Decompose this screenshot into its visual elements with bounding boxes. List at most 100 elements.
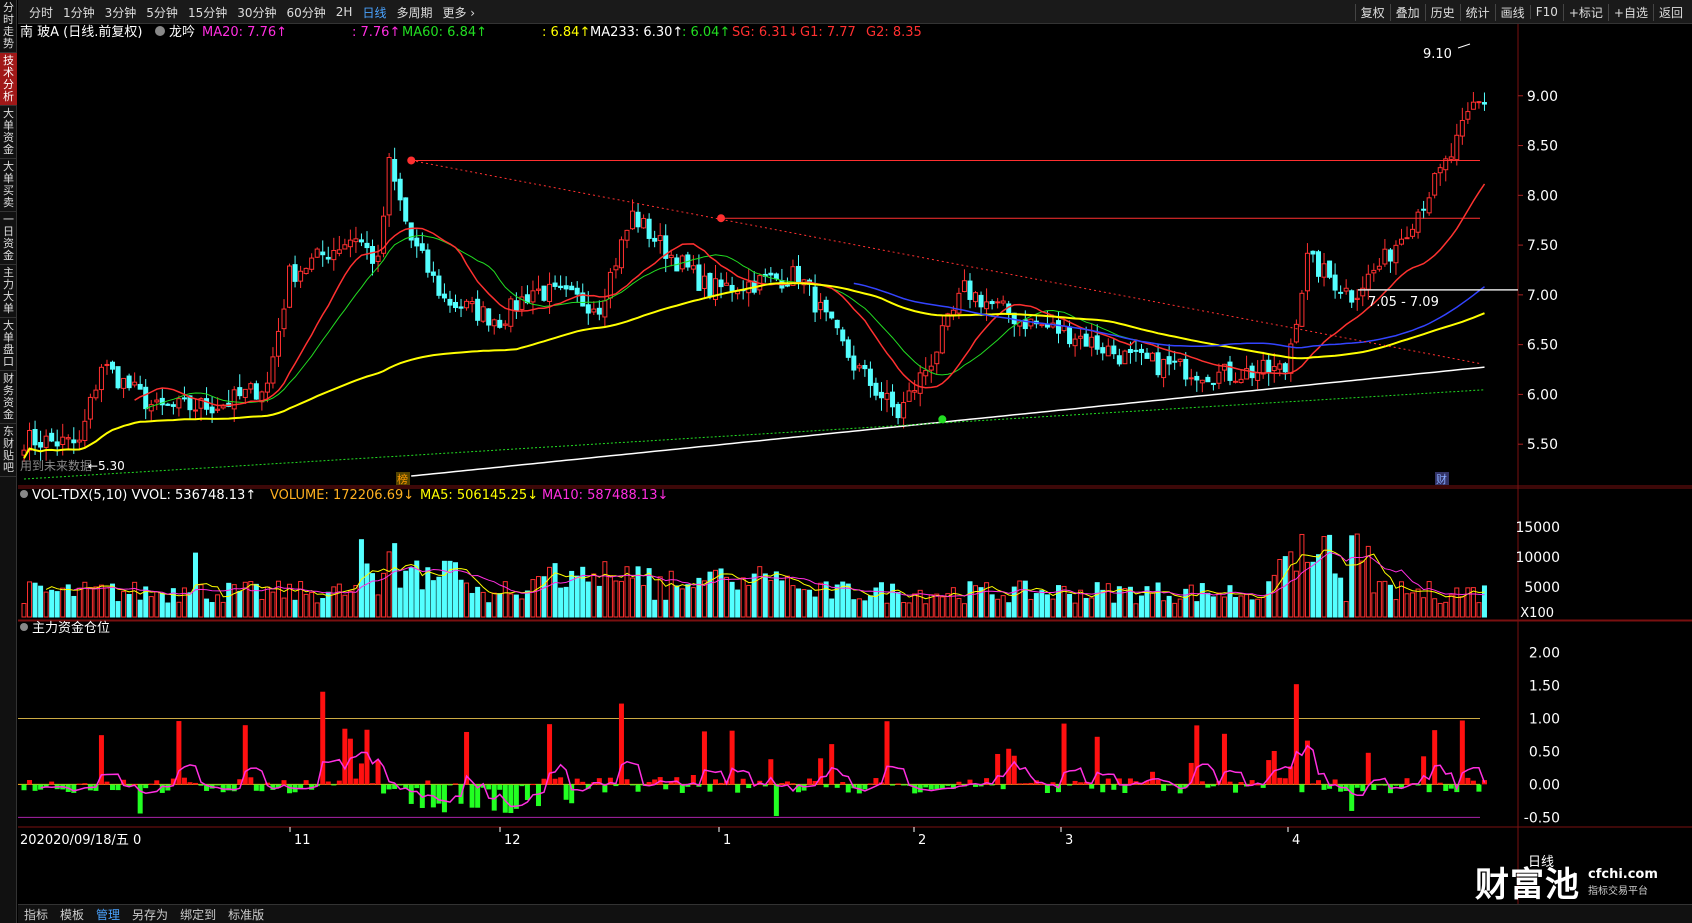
price-tick-label: 6.00 (1527, 387, 1558, 403)
tab-period-9[interactable]: 多周期 (391, 4, 437, 21)
volume-bar (375, 594, 381, 618)
bottom-tab-3[interactable]: 另存为 (126, 906, 174, 923)
volume-bar (32, 582, 38, 618)
tab-period-10[interactable]: 更多 › (437, 4, 480, 21)
tab-period-7[interactable]: 2H (331, 5, 358, 19)
volume-bar (1454, 587, 1460, 618)
tab-period-1[interactable]: 1分钟 (58, 4, 100, 21)
candle-body (486, 308, 492, 326)
volume-bar (1000, 595, 1006, 618)
volume-bar (1210, 596, 1216, 618)
tab-period-5[interactable]: 30分钟 (232, 4, 281, 21)
candle-body (884, 392, 890, 400)
volume-header-value: VOLUME: 172206.69↓ (270, 488, 414, 503)
fund-bar (1199, 781, 1205, 785)
tab-period-4[interactable]: 15分钟 (183, 4, 232, 21)
candle-body (1432, 173, 1438, 196)
candle-body (1078, 335, 1084, 339)
toolbar-action-6[interactable]: +标记 (1562, 3, 1608, 21)
volume-bar (801, 589, 807, 618)
toolbar-action-1[interactable]: 叠加 (1389, 3, 1425, 21)
candle-body (176, 398, 182, 409)
volume-bar (1249, 599, 1255, 618)
toolbar-action-3[interactable]: 统计 (1459, 3, 1495, 21)
volume-bar (1221, 596, 1227, 618)
volume-bar (1293, 570, 1299, 618)
sidebar-item-2[interactable]: 大单资金 (0, 106, 17, 159)
toolbar-action-7[interactable]: +自选 (1607, 3, 1653, 21)
fund-bar (1371, 784, 1377, 790)
bottom-tab-4[interactable]: 绑定到 (174, 906, 222, 923)
bottom-tab-2[interactable]: 管理 (90, 906, 126, 923)
toolbar-action-0[interactable]: 复权 (1354, 3, 1390, 21)
candle-body (912, 390, 918, 393)
bottom-tab-0[interactable]: 指标 (18, 906, 54, 923)
fund-bar (248, 777, 254, 785)
candle-body (126, 375, 132, 389)
tab-period-0[interactable]: 分时 (24, 4, 58, 21)
candle-body (497, 319, 503, 328)
bottom-tab-1[interactable]: 模板 (54, 906, 90, 923)
volume-bar (1481, 585, 1487, 618)
fund-bar (563, 784, 569, 800)
candle-body (1327, 260, 1333, 278)
fund-bar (1100, 784, 1106, 793)
fund-bar (729, 730, 735, 785)
fund-bar (740, 778, 746, 785)
tab-period-8[interactable]: 日线 (357, 4, 391, 21)
sidebar-item-0[interactable]: 分时走势 (0, 0, 17, 53)
fund-bar (1426, 784, 1432, 793)
volume-bar (1161, 600, 1167, 618)
toolbar-action-8[interactable]: 返回 (1652, 3, 1688, 21)
volume-bar (934, 593, 940, 618)
fund-bar (928, 784, 934, 790)
sidebar-item-7[interactable]: 财务资金 (0, 371, 17, 424)
candle-body (32, 429, 38, 446)
period-toolbar: 分时 1分钟 3分钟 5分钟 15分钟 30分钟 60分钟 2H 日线 多周期 更多 › 复权 叠加历… (18, 0, 1692, 24)
toolbar-action-2[interactable]: 历史 (1424, 3, 1460, 21)
candle-body (585, 304, 591, 314)
fund-bar (336, 780, 342, 785)
sidebar-item-4[interactable]: 一日资金 (0, 212, 17, 265)
volume-bar (1271, 574, 1277, 618)
sidebar-item-1[interactable]: 技术分析 (0, 53, 17, 106)
candle-body (596, 307, 602, 315)
volume-bar (71, 595, 77, 618)
volume-bar (1432, 598, 1438, 618)
bottom-tab-5[interactable]: 标准版 (222, 906, 270, 923)
toolbar-action-4[interactable]: 画线 (1494, 3, 1530, 21)
candle-body (1210, 382, 1216, 385)
volume-bar (497, 593, 503, 618)
toolbar-action-5[interactable]: F10 (1529, 5, 1563, 19)
volume-bar (724, 576, 730, 618)
volume-bar (1244, 594, 1250, 618)
candle-body (591, 308, 597, 313)
kline-chart[interactable]: 南 玻A (日线.前复权) 龙吟 MA20: 7.76↑: 7.76↑ MA60: 6… (18, 24, 1692, 904)
sidebar-item-6[interactable]: 大单盘口 (0, 318, 17, 371)
candle-body (1105, 345, 1111, 357)
sidebar-item-8[interactable]: 东财贴吧 (0, 424, 17, 477)
volume-unit-label: X100 (1520, 606, 1554, 621)
candle-body (917, 372, 923, 394)
candle-body (530, 290, 536, 303)
candle-body (541, 285, 547, 301)
volume-bar (1150, 592, 1156, 618)
volume-bar (729, 581, 735, 618)
volume-bar (425, 567, 431, 618)
candle-body (873, 382, 879, 396)
candle-body (1260, 359, 1266, 375)
tab-period-6[interactable]: 60分钟 (282, 4, 331, 21)
candle-body (364, 242, 370, 249)
fund-bar (21, 784, 27, 791)
volume-bar (1349, 535, 1355, 618)
toolbar-actions: 复权 叠加 历史 统计 画线 F10 +标记 +自选 返回 (1354, 0, 1688, 24)
sidebar-item-3[interactable]: 大单买卖 (0, 159, 17, 212)
fund-bar (735, 784, 741, 793)
price-tick-label: 6.50 (1527, 338, 1558, 354)
sidebar-item-5[interactable]: 主力大单 (0, 265, 17, 318)
fund-bar (1205, 784, 1211, 788)
candle-body (928, 365, 934, 371)
tab-period-3[interactable]: 5分钟 (141, 4, 183, 21)
volume-bar (1078, 589, 1084, 618)
tab-period-2[interactable]: 3分钟 (100, 4, 142, 21)
